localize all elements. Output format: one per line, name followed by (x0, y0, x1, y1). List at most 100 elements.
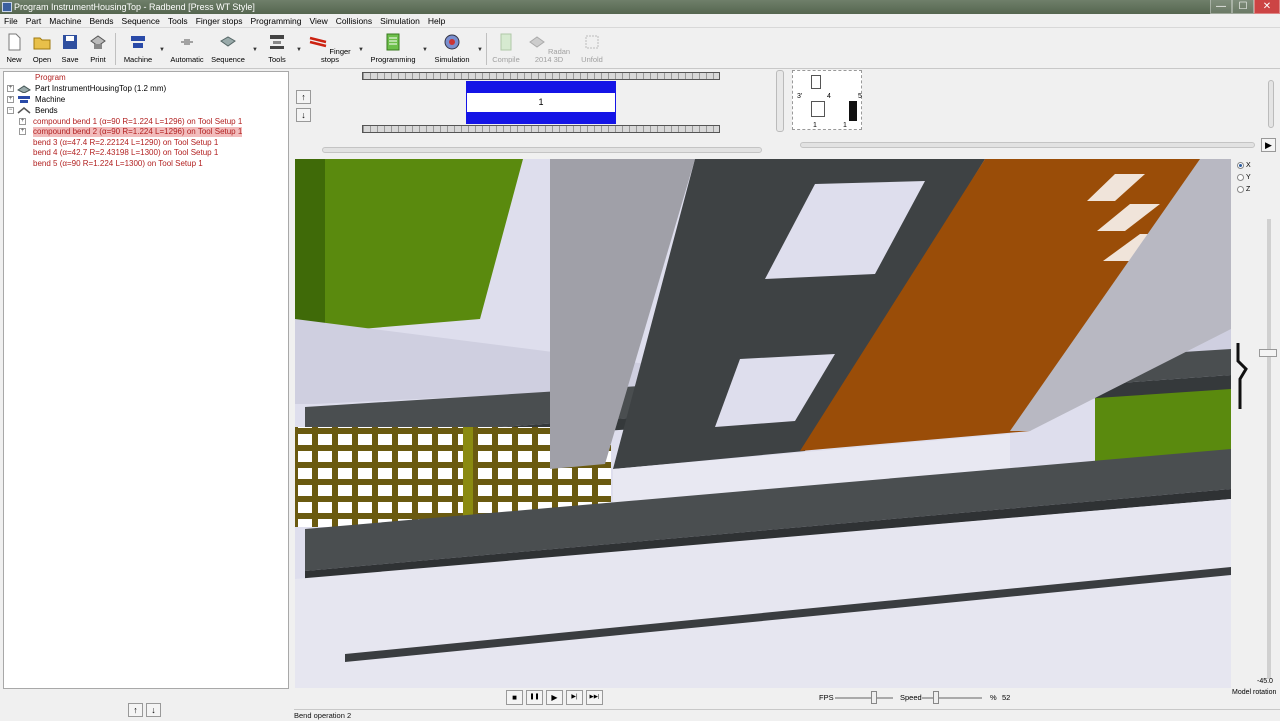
profile-h-scrollbar[interactable] (800, 142, 1255, 148)
rotation-label: Model rotation (1232, 689, 1277, 696)
profile-label-1a: 1 (813, 122, 817, 129)
axis-panel: X Y Z -45.0 Model rotation (1231, 159, 1280, 704)
maximize-button[interactable]: ☐ (1232, 0, 1254, 14)
open-button[interactable]: Open (30, 31, 54, 64)
play-profile-button[interactable]: ▶ (1261, 138, 1276, 152)
machine-dropdown-icon[interactable]: ▼ (159, 47, 165, 53)
finger-stops-button[interactable]: Finger stops (307, 31, 353, 64)
fps-slider-thumb[interactable] (871, 691, 877, 704)
tool-station[interactable]: 1 (466, 93, 616, 112)
menu-machine[interactable]: Machine (45, 14, 85, 28)
profile-label-4: 4 (827, 93, 831, 100)
automatic-label: Automatic (170, 55, 204, 64)
station-down-button[interactable]: ↓ (296, 108, 311, 122)
expand-compound-bend-2-icon[interactable]: + (19, 128, 26, 135)
tree-part[interactable]: Part InstrumentHousingTop (1.2 mm) (35, 84, 166, 94)
expand-part-icon[interactable]: + (7, 85, 14, 92)
tree-bend-item[interactable]: bend 4 (α=42.7 R=2.43198 L=1300) on Tool… (33, 148, 218, 158)
simulation-label: Simulation (434, 55, 470, 64)
profile-scrollbar[interactable] (776, 70, 784, 132)
axis-z-label: Z (1246, 186, 1251, 193)
menu-programming[interactable]: Programming (246, 14, 305, 28)
machine-button[interactable]: Machine (122, 31, 154, 64)
stop-button[interactable]: ■ (506, 690, 523, 705)
speed-slider-thumb[interactable] (933, 691, 939, 704)
tree-bend-item-selected[interactable]: compound bend 2 (α=90 R=1.224 L=1296) on… (33, 127, 243, 137)
simulation-dropdown-icon[interactable]: ▼ (477, 47, 483, 53)
programming-button[interactable]: Programming (370, 31, 416, 64)
new-label: New (6, 55, 22, 64)
save-label: Save (61, 55, 79, 64)
axis-z-radio[interactable] (1237, 186, 1244, 193)
menu-help[interactable]: Help (424, 14, 449, 28)
right-v-scrollbar[interactable] (1268, 80, 1274, 128)
automatic-button[interactable]: Automatic (168, 31, 206, 64)
lower-tool-segment (466, 112, 616, 124)
pause-button[interactable]: ❚❚ (526, 690, 543, 705)
tools-label: Tools (268, 55, 286, 64)
axis-x-radio[interactable] (1237, 162, 1244, 169)
menu-tools[interactable]: Tools (164, 14, 192, 28)
tools-button[interactable]: Tools (264, 31, 290, 64)
axis-y-radio[interactable] (1237, 174, 1244, 181)
minimize-button[interactable]: — (1210, 0, 1232, 14)
upper-tool-rail (362, 72, 720, 80)
menu-file[interactable]: File (0, 14, 22, 28)
rotation-value: -45.0 (1257, 678, 1273, 685)
fps-slider-track[interactable] (835, 697, 893, 699)
expand-compound-bend-1-icon[interactable]: + (19, 118, 26, 125)
close-button[interactable]: ✕ (1254, 0, 1280, 14)
menu-bar: File Part Machine Bends Sequence Tools Finger … (0, 14, 1280, 28)
rotation-slider-thumb[interactable] (1259, 349, 1277, 357)
tool-setup-scrollbar[interactable] (322, 147, 762, 153)
tree-bend-item[interactable]: bend 5 (α=90 R=1.224 L=1300) on Tool Set… (33, 159, 203, 169)
skip-to-end-button[interactable]: ▶▶| (586, 690, 603, 705)
tree-bend-item[interactable]: compound bend 1 (α=90 R=1.224 L=1296) on… (33, 117, 242, 127)
save-disk-icon (63, 35, 77, 49)
lower-tool-rail (362, 125, 720, 133)
sequence-dropdown-icon[interactable]: ▼ (252, 47, 258, 53)
move-up-button[interactable]: ↑ (128, 703, 143, 717)
menu-collisions[interactable]: Collisions (332, 14, 376, 28)
tree-bend-item[interactable]: bend 3 (α=47.4 R=2.22124 L=1290) on Tool… (33, 138, 218, 148)
step-forward-button[interactable]: ▶| (566, 690, 583, 705)
menu-sequence[interactable]: Sequence (118, 14, 164, 28)
new-button[interactable]: New (4, 31, 24, 64)
play-button[interactable]: ▶ (546, 690, 563, 705)
toolbar-separator-2 (486, 33, 487, 65)
print-button[interactable]: Print (86, 31, 110, 64)
programming-dropdown-icon[interactable]: ▼ (422, 47, 428, 53)
speed-slider-track[interactable] (922, 697, 982, 699)
station-up-button[interactable]: ↑ (296, 90, 311, 104)
rotation-slider-track[interactable] (1267, 219, 1271, 679)
press-brake-3d-scene (295, 159, 1231, 688)
collapse-bends-icon[interactable]: − (7, 107, 14, 114)
automatic-icon (181, 39, 193, 45)
tree-bends[interactable]: Bends (35, 106, 58, 116)
finger-stops-icon (310, 36, 327, 48)
tool-station-label: 1 (538, 97, 544, 107)
3d-viewport[interactable] (295, 159, 1231, 688)
finger-stops-dropdown-icon[interactable]: ▼ (358, 47, 364, 53)
compile-label: Compile (492, 55, 520, 64)
simulation-icon (444, 34, 460, 50)
menu-bends[interactable]: Bends (85, 14, 117, 28)
expand-machine-icon[interactable]: + (7, 96, 14, 103)
machine-label: Machine (123, 55, 153, 64)
radan-3d-button[interactable]: Radan 2014 3D (522, 31, 576, 64)
menu-simulation[interactable]: Simulation (376, 14, 424, 28)
menu-view[interactable]: View (306, 14, 332, 28)
axis-x-label: X (1246, 162, 1251, 169)
save-button[interactable]: Save (59, 31, 81, 64)
tree-machine[interactable]: Machine (35, 95, 65, 105)
tools-dropdown-icon[interactable]: ▼ (296, 47, 302, 53)
move-down-button[interactable]: ↓ (146, 703, 161, 717)
simulation-button[interactable]: Simulation (432, 31, 472, 64)
tree-program-root[interactable]: Program (35, 73, 66, 83)
menu-finger-stops[interactable]: Finger stops (192, 14, 247, 28)
programming-icon (386, 33, 400, 51)
compile-button[interactable]: Compile (491, 31, 521, 64)
menu-part[interactable]: Part (22, 14, 46, 28)
sequence-button[interactable]: Sequence (210, 31, 246, 64)
unfold-button[interactable]: Unfold (578, 31, 606, 64)
